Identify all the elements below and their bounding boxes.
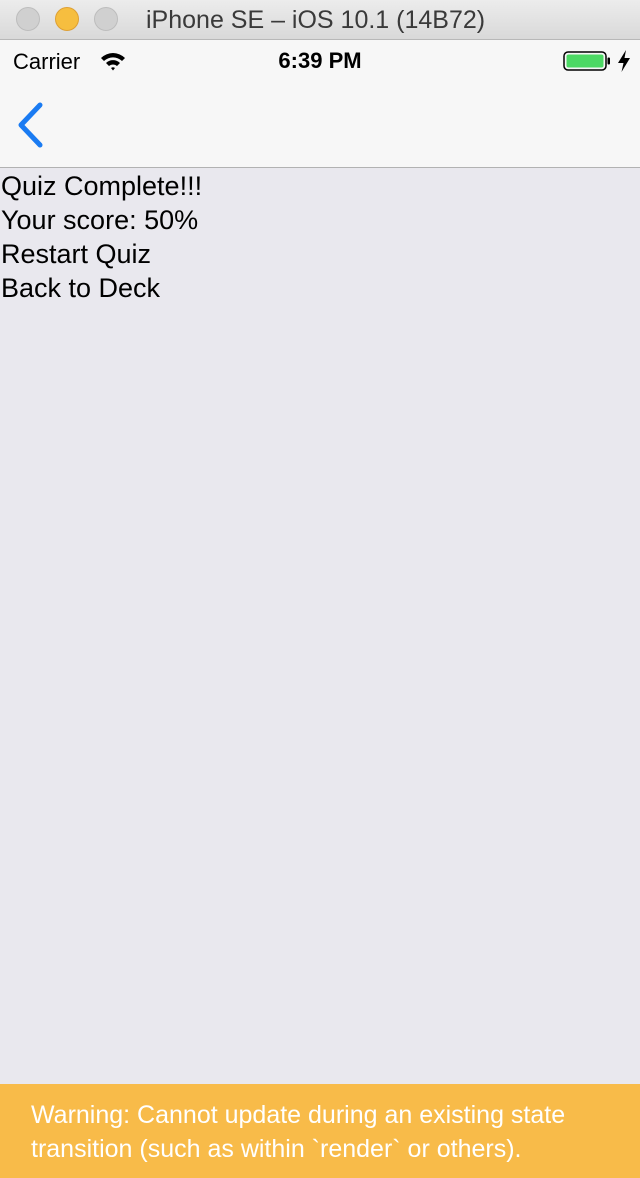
navigation-bar	[0, 80, 640, 168]
back-to-deck-button[interactable]: Back to Deck	[1, 273, 160, 304]
status-bar: Carrier 6:39 PM	[0, 40, 640, 80]
back-button[interactable]	[8, 98, 58, 152]
window-title: iPhone SE – iOS 10.1 (14B72)	[146, 6, 486, 34]
quiz-complete-heading: Quiz Complete!!!	[1, 171, 203, 201]
chevron-left-icon	[18, 102, 43, 148]
simulator-window-titlebar: iPhone SE – iOS 10.1 (14B72)	[0, 0, 640, 40]
window-minimize-button[interactable]	[55, 7, 79, 31]
score-text: Your score: 50%	[1, 205, 199, 235]
quiz-result-screen: Quiz Complete!!! Your score: 50% Restart…	[0, 168, 640, 1084]
window-close-button[interactable]	[16, 7, 40, 31]
yellow-box-warning[interactable]: Warning: Cannot update during an existin…	[0, 1084, 640, 1178]
warning-message: Warning: Cannot update during an existin…	[31, 1101, 566, 1163]
status-bar-time: 6:39 PM	[278, 48, 362, 73]
charging-bolt-icon	[618, 50, 630, 72]
restart-quiz-button[interactable]: Restart Quiz	[1, 239, 151, 270]
battery-icon	[563, 51, 610, 71]
window-zoom-button[interactable]	[94, 7, 118, 31]
